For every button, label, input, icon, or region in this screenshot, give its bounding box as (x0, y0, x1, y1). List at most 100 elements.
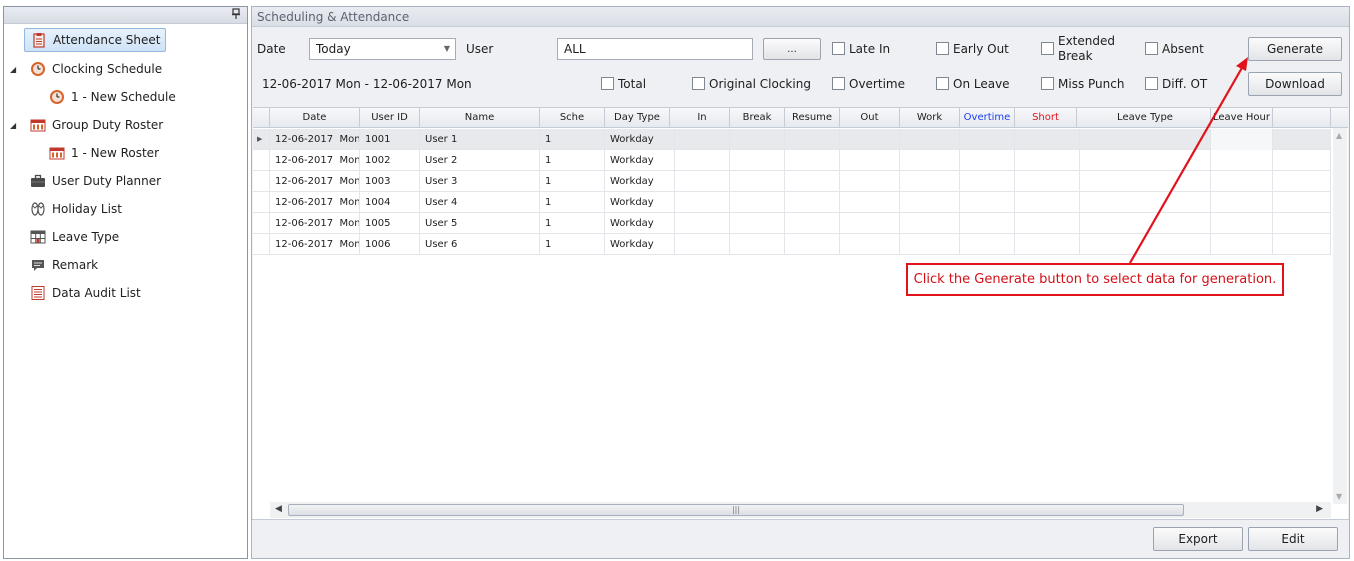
column-header-leave-hour[interactable]: Leave Hour (1211, 108, 1273, 128)
column-header-sche[interactable]: Sche (540, 108, 605, 128)
generate-button[interactable]: Generate (1248, 37, 1342, 61)
cell-leave-type[interactable] (1080, 150, 1211, 171)
column-header-user-id[interactable]: User ID (360, 108, 420, 128)
scroll-left-icon[interactable]: ◀ (275, 504, 282, 514)
column-header-out[interactable]: Out (840, 108, 900, 128)
collapse-arrow-icon[interactable]: ◢ (10, 65, 16, 74)
original-clocking-checkbox[interactable] (692, 77, 705, 90)
pin-icon[interactable] (231, 8, 241, 23)
scroll-right-icon[interactable]: ▶ (1316, 504, 1323, 514)
action-bar: Export Edit (252, 519, 1349, 558)
diff-ot-checkbox[interactable] (1145, 77, 1158, 90)
cell-in[interactable] (675, 192, 730, 213)
cell-out[interactable] (840, 171, 900, 192)
on-leave-checkbox[interactable] (936, 77, 949, 90)
cell-resume[interactable] (785, 129, 840, 150)
miss-punch-checkbox[interactable] (1041, 77, 1054, 90)
cell-break[interactable] (730, 129, 785, 150)
column-header-day-type[interactable]: Day Type (605, 108, 670, 128)
sidebar-item-clocking-schedule[interactable]: Clocking Schedule (30, 57, 162, 81)
table-row[interactable]: ▶ 12-06-2017 Mon 1001 User 1 1 Workday (253, 129, 1331, 150)
sidebar-item-holiday-list[interactable]: Holiday List (30, 197, 122, 221)
cell-work (900, 129, 960, 150)
cell-out[interactable] (840, 192, 900, 213)
cell-leave-type[interactable] (1080, 234, 1211, 255)
cell-break[interactable] (730, 192, 785, 213)
cell-out[interactable] (840, 129, 900, 150)
column-header-overtime[interactable]: Overtime (960, 108, 1015, 128)
cell-leave-hour[interactable] (1211, 213, 1273, 234)
export-button[interactable]: Export (1153, 527, 1243, 551)
cell-short (1015, 213, 1080, 234)
cell-leave-hour[interactable] (1211, 171, 1273, 192)
cell-resume[interactable] (785, 150, 840, 171)
table-row[interactable]: 12-06-2017 Mon 1004 User 4 1 Workday (253, 192, 1331, 213)
extended-break-checkbox[interactable] (1041, 42, 1054, 55)
vertical-scrollbar[interactable]: ▲ ▼ (1333, 128, 1347, 504)
cell-leave-hour[interactable] (1211, 234, 1273, 255)
scroll-up-icon[interactable]: ▲ (1336, 131, 1342, 140)
cell-leave-hour[interactable] (1211, 192, 1273, 213)
scroll-down-icon[interactable]: ▼ (1336, 492, 1342, 501)
cell-in[interactable] (675, 234, 730, 255)
column-header-resume[interactable]: Resume (785, 108, 840, 128)
cell-leave-type[interactable] (1080, 171, 1211, 192)
table-row[interactable]: 12-06-2017 Mon 1003 User 3 1 Workday (253, 171, 1331, 192)
sidebar-item-new-roster[interactable]: 1 - New Roster (49, 141, 159, 165)
cell-leave-type[interactable] (1080, 192, 1211, 213)
column-header-in[interactable]: In (675, 108, 730, 128)
sidebar-item-data-audit-list[interactable]: Data Audit List (30, 281, 141, 305)
absent-checkbox[interactable] (1145, 42, 1158, 55)
sidebar-item-remark[interactable]: Remark (30, 253, 98, 277)
horizontal-scrollbar[interactable]: ◀ ||| ▶ (270, 502, 1331, 518)
cell-leave-hour[interactable] (1211, 129, 1273, 150)
cell-leave-type[interactable] (1080, 129, 1211, 150)
column-header-leave-type[interactable]: Leave Type (1080, 108, 1211, 128)
sidebar-item-user-duty-planner[interactable]: User Duty Planner (30, 169, 161, 193)
column-header-short[interactable]: Short (1015, 108, 1077, 128)
column-header-date[interactable]: Date (270, 108, 360, 128)
sidebar-item-attendance-sheet[interactable]: Attendance Sheet (24, 28, 167, 52)
cell-in[interactable] (675, 213, 730, 234)
table-row[interactable]: 12-06-2017 Mon 1005 User 5 1 Workday (253, 213, 1331, 234)
cell-in[interactable] (675, 171, 730, 192)
sidebar-item-new-schedule[interactable]: 1 - New Schedule (49, 85, 176, 109)
cell-leave-type[interactable] (1080, 213, 1211, 234)
cell-sche: 1 (540, 129, 605, 150)
column-header-work[interactable]: Work (900, 108, 960, 128)
date-dropdown[interactable]: Today ▼ (309, 38, 456, 60)
download-button[interactable]: Download (1248, 72, 1342, 96)
cell-sche: 1 (540, 234, 605, 255)
cell-resume[interactable] (785, 213, 840, 234)
early-out-checkbox[interactable] (936, 42, 949, 55)
table-row[interactable]: 12-06-2017 Mon 1002 User 2 1 Workday (253, 150, 1331, 171)
cell-break[interactable] (730, 150, 785, 171)
column-header-name[interactable]: Name (420, 108, 540, 128)
cell-out[interactable] (840, 213, 900, 234)
sidebar-item-leave-type[interactable]: Leave Type (30, 225, 119, 249)
cell-in[interactable] (675, 129, 730, 150)
collapse-arrow-icon[interactable]: ◢ (10, 121, 16, 130)
late-in-checkbox[interactable] (832, 42, 845, 55)
overtime-checkbox[interactable] (832, 77, 845, 90)
edit-button[interactable]: Edit (1248, 527, 1338, 551)
cell-break[interactable] (730, 171, 785, 192)
horizontal-scroll-thumb[interactable]: ||| (288, 504, 1184, 516)
column-header-break[interactable]: Break (730, 108, 785, 128)
cell-leave-hour[interactable] (1211, 150, 1273, 171)
cell-in[interactable] (675, 150, 730, 171)
cell-break[interactable] (730, 234, 785, 255)
user-field[interactable]: ALL (557, 38, 753, 60)
sidebar-item-group-duty-roster[interactable]: Group Duty Roster (30, 113, 163, 137)
cell-out[interactable] (840, 234, 900, 255)
cell-break[interactable] (730, 213, 785, 234)
browse-users-button[interactable]: ... (763, 38, 821, 60)
cell-resume[interactable] (785, 234, 840, 255)
cell-day-type: Workday (605, 213, 675, 234)
cell-out[interactable] (840, 150, 900, 171)
total-checkbox[interactable] (601, 77, 614, 90)
table-row[interactable]: 12-06-2017 Mon 1006 User 6 1 Workday (253, 234, 1331, 255)
cell-resume[interactable] (785, 171, 840, 192)
cell-resume[interactable] (785, 192, 840, 213)
row-header-corner (253, 108, 270, 128)
